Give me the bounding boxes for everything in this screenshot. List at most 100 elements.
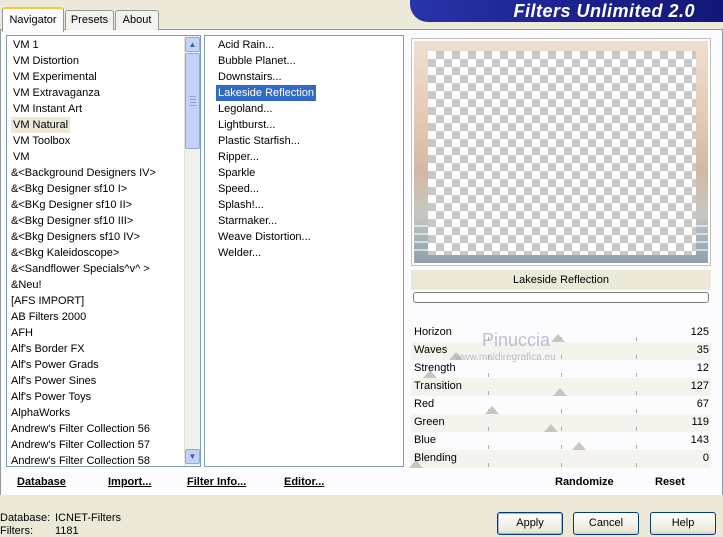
preview-frame [411, 38, 711, 266]
category-item[interactable]: &<Bkg Designers sf10 IV> [9, 229, 142, 245]
category-item[interactable]: &<Sandflower Specials^v^ > [9, 261, 152, 277]
apply-button[interactable]: Apply [497, 512, 563, 535]
category-item[interactable]: VM Distortion [11, 53, 81, 69]
param-value: 127 [690, 380, 709, 392]
slider-track[interactable] [411, 324, 711, 342]
category-item[interactable]: Alf's Power Grads [9, 357, 101, 373]
category-item[interactable]: VM 1 [11, 37, 41, 53]
slider-track[interactable] [411, 396, 711, 414]
filter-item[interactable]: Weave Distortion... [216, 229, 313, 245]
filter-info-button[interactable]: Filter Info... [187, 476, 246, 488]
slider-knob[interactable] [485, 406, 499, 414]
category-list[interactable]: VM 1 VM Distortion VM Experimental VM Extra… [6, 35, 201, 467]
category-item[interactable]: Alf's Border FX [9, 341, 87, 357]
tab-navigator[interactable]: Navigator [2, 7, 64, 32]
param-value: 143 [690, 434, 709, 446]
watermark-url: www.maidiregrafica.eu [455, 352, 556, 363]
slider-knob[interactable] [551, 334, 565, 342]
category-item[interactable]: &<Bkg Kaleidoscope> [9, 245, 121, 261]
param-slider-green[interactable]: Green 119 [411, 414, 711, 432]
filters-count-label: Filters: [0, 525, 33, 537]
param-slider-transition[interactable]: Transition 127 [411, 378, 711, 396]
category-item[interactable]: VM Toolbox [11, 133, 72, 149]
help-button[interactable]: Help [650, 512, 716, 535]
database-button[interactable]: Database [17, 476, 66, 488]
import-button[interactable]: Import... [108, 476, 151, 488]
filter-item[interactable]: Splash!... [216, 197, 266, 213]
param-name: Green [414, 416, 445, 428]
param-name: Horizon [414, 326, 452, 338]
param-name: Blue [414, 434, 437, 446]
category-item[interactable]: AB Filters 2000 [9, 309, 88, 325]
category-item[interactable]: VM Extravaganza [11, 85, 102, 101]
progress-bar [413, 292, 709, 303]
category-item[interactable]: &Neu! [9, 277, 44, 293]
param-value: 125 [690, 326, 709, 338]
param-slider-red[interactable]: Red 67 [411, 396, 711, 414]
param-name: Red [414, 398, 435, 410]
database-label: Database: [0, 512, 51, 524]
param-name: Transition [414, 380, 462, 392]
param-name: Strength [414, 362, 456, 374]
param-value: 119 [691, 416, 709, 428]
filter-item[interactable]: Downstairs... [216, 69, 284, 85]
category-item[interactable]: VM Natural [11, 117, 71, 133]
transparency-checkerboard [428, 51, 696, 255]
param-value: 67 [696, 398, 709, 410]
filter-list[interactable]: Acid Rain... Bubble Planet... Downstairs..… [204, 35, 404, 467]
scroll-up-arrow-icon[interactable]: ▲ [185, 37, 200, 52]
filters-count-value: 1181 [55, 525, 79, 537]
scroll-down-arrow-icon[interactable]: ▼ [185, 449, 200, 464]
tab-about[interactable]: About [115, 10, 159, 30]
category-item[interactable]: Alf's Power Sines [9, 373, 98, 389]
category-item[interactable]: VM Instant Art [11, 101, 84, 117]
randomize-button[interactable]: Randomize [555, 476, 614, 488]
category-item[interactable]: AFH [9, 325, 35, 341]
param-value: 0 [702, 452, 709, 464]
watermark-name: Pinuccia [482, 330, 551, 350]
slider-knob[interactable] [553, 388, 567, 396]
category-item[interactable]: VM Experimental [11, 69, 99, 85]
filter-item[interactable]: Sparkle [216, 165, 257, 181]
category-item[interactable]: &<BKg Designer sf10 II> [9, 197, 134, 213]
category-item[interactable]: AlphaWorks [9, 405, 72, 421]
category-item[interactable]: Andrew's Filter Collection 56 [9, 421, 152, 437]
reset-button[interactable]: Reset [655, 476, 685, 488]
filter-item[interactable]: Lakeside Reflection [216, 85, 317, 101]
filter-item[interactable]: Acid Rain... [216, 37, 276, 53]
param-value: 35 [696, 344, 709, 356]
editor-button[interactable]: Editor... [284, 476, 324, 488]
filter-item[interactable]: Legoland... [216, 101, 274, 117]
filter-item[interactable]: Bubble Planet... [216, 53, 298, 69]
scroll-thumb[interactable] [185, 53, 200, 149]
filter-item[interactable]: Plastic Starfish... [216, 133, 302, 149]
filter-item[interactable]: Speed... [216, 181, 261, 197]
title-banner: Filters Unlimited 2.0 [410, 0, 723, 22]
param-value: 12 [696, 362, 709, 374]
category-item[interactable]: &<Bkg Designer sf10 I> [9, 181, 129, 197]
param-name: Waves [414, 344, 448, 356]
param-slider-blue[interactable]: Blue 143 [411, 432, 711, 450]
slider-knob[interactable] [572, 442, 586, 450]
category-item[interactable]: Andrew's Filter Collection 58 [9, 453, 152, 466]
cancel-button[interactable]: Cancel [573, 512, 639, 535]
category-item[interactable]: Andrew's Filter Collection 57 [9, 437, 152, 453]
filter-item[interactable]: Ripper... [216, 149, 261, 165]
slider-track[interactable] [411, 432, 711, 450]
filter-item[interactable]: Welder... [216, 245, 263, 261]
tab-presets[interactable]: Presets [65, 10, 114, 30]
category-item[interactable]: [AFS IMPORT] [9, 293, 86, 309]
category-item[interactable]: VM [11, 149, 32, 165]
filter-item[interactable]: Lightburst... [216, 117, 277, 133]
category-scrollbar[interactable]: ▲ ▼ [184, 36, 200, 466]
category-item[interactable]: &<Bkg Designer sf10 III> [9, 213, 135, 229]
param-slider-blending[interactable]: Blending 0 [409, 450, 711, 468]
slider-knob[interactable] [544, 424, 558, 432]
filter-item[interactable]: Starmaker... [216, 213, 279, 229]
database-value: ICNET-Filters [55, 512, 121, 524]
category-item[interactable]: &<Background Designers IV> [9, 165, 158, 181]
preview-image [414, 41, 708, 263]
param-slider-horizon[interactable]: Horizon 125 [411, 324, 711, 342]
slider-track[interactable] [411, 414, 711, 432]
category-item[interactable]: Alf's Power Toys [9, 389, 93, 405]
